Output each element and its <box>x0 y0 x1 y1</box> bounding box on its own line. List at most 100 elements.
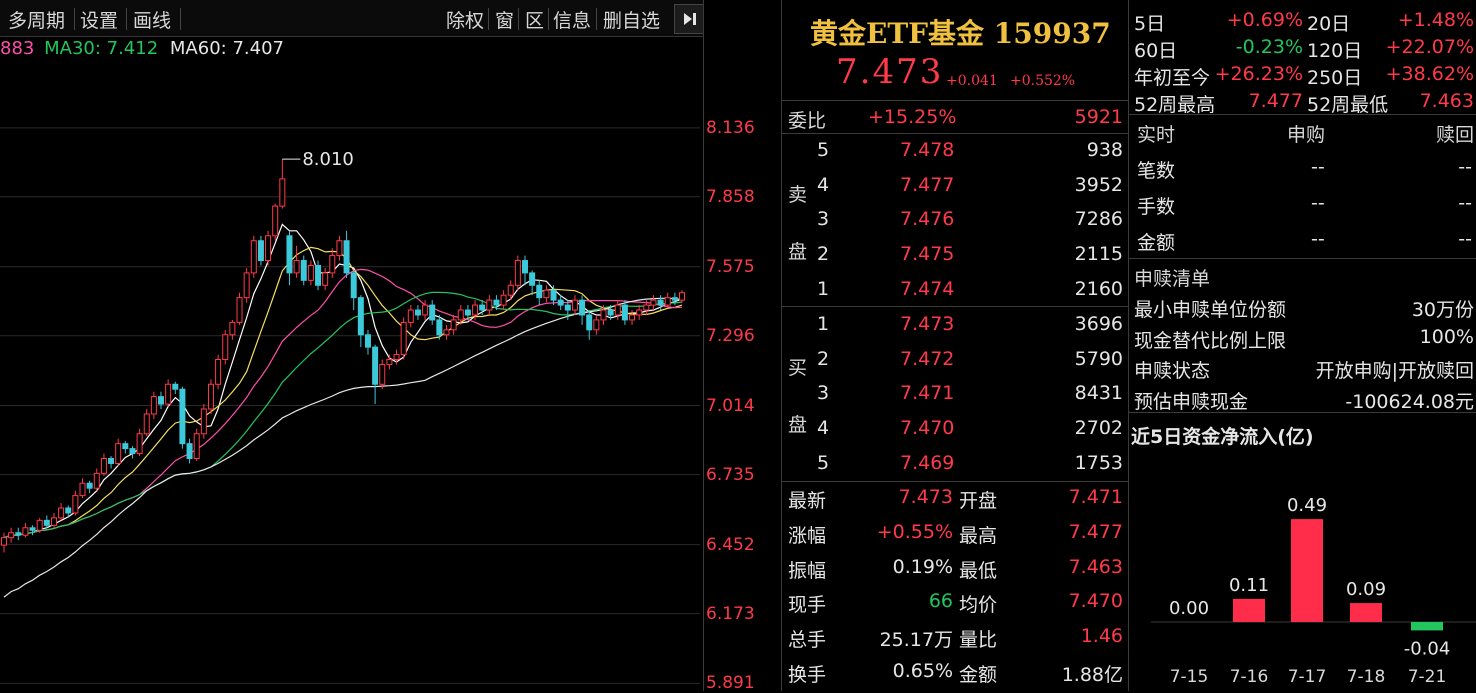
candle <box>336 235 343 261</box>
stat-value: 7.477 <box>1248 90 1303 112</box>
buy-volume: 5790 <box>1074 347 1123 370</box>
detail-label: 最新 <box>788 490 827 512</box>
sell-volume: 2160 <box>1074 277 1123 300</box>
buy-level: 1 <box>817 313 830 335</box>
inflow-value-label: 0.09 <box>1346 579 1386 600</box>
inflow-date-label: 7-15 <box>1170 667 1209 687</box>
weibi-label: 委比 <box>788 110 827 132</box>
toolbar-divider <box>518 8 519 30</box>
inflow-value-label: 0.00 <box>1169 598 1209 619</box>
candle <box>514 255 521 291</box>
candle <box>443 324 450 340</box>
stat-value: +1.48% <box>1397 9 1474 31</box>
candle <box>236 292 243 325</box>
inflow-bar <box>1411 622 1443 631</box>
toolbar-divider <box>596 8 597 30</box>
buy-volume: 8431 <box>1074 382 1123 405</box>
candle <box>143 409 150 437</box>
stat-value: +22.07% <box>1385 36 1474 58</box>
section-button[interactable]: 区 <box>525 6 544 33</box>
price-tick-label: 6.452 <box>706 534 755 555</box>
candle <box>115 438 122 466</box>
candle <box>357 295 364 348</box>
candle <box>543 285 550 303</box>
detail-label: 换手 <box>788 664 827 686</box>
subscription-purchase-value: -- <box>1311 156 1325 178</box>
candle <box>279 159 286 209</box>
candle <box>36 517 43 533</box>
price-tick-label: 6.735 <box>706 464 755 485</box>
price-tick-label: 6.173 <box>706 603 755 624</box>
buy-price: 7.470 <box>900 417 955 440</box>
price-tick-label: 8.136 <box>706 117 755 138</box>
detail-label: 金额 <box>959 664 998 686</box>
detail-label: 涨幅 <box>788 524 827 547</box>
candle <box>329 248 336 278</box>
price-change: +0.041 <box>946 73 998 89</box>
ex-right-button[interactable]: 除权 <box>446 6 484 33</box>
subscription-label: 手数 <box>1137 196 1176 218</box>
candle <box>307 260 314 286</box>
candle <box>50 512 57 528</box>
toolbar-divider <box>126 8 127 30</box>
weibi-count: 5921 <box>1074 106 1123 128</box>
divider <box>782 100 1128 101</box>
price-tick-label: 7.858 <box>706 186 755 207</box>
inflow-bar <box>1291 519 1323 622</box>
current-price: 7.473 <box>836 52 944 92</box>
candle <box>629 310 636 325</box>
candle <box>536 280 543 306</box>
inflow-bar <box>1233 598 1265 622</box>
candle <box>322 267 329 291</box>
candle <box>372 344 379 405</box>
stat-label: 20日 <box>1307 13 1351 35</box>
stat-label: 52周最低 <box>1307 94 1389 116</box>
inflow-value-label: 0.49 <box>1287 495 1327 516</box>
candle <box>243 267 250 303</box>
draw-line-button[interactable]: 画线 <box>133 6 171 33</box>
sell-price: 7.476 <box>900 208 955 231</box>
panel-divider <box>781 0 782 691</box>
toolbar-divider <box>488 8 489 30</box>
window-button[interactable]: 窗 <box>495 6 514 33</box>
candle <box>86 480 93 494</box>
detail-value: 7.473 <box>898 486 953 508</box>
buy-level: 4 <box>817 417 830 440</box>
detail-value: 1.46 <box>1080 625 1123 648</box>
candle <box>158 391 165 410</box>
detail-label: 振幅 <box>788 559 827 582</box>
ma60-value: MA60: 7.407 <box>169 38 284 59</box>
candle <box>250 235 257 278</box>
buy-price: 7.471 <box>900 382 955 405</box>
stat-label: 年初至今 <box>1134 67 1211 89</box>
candlestick-chart[interactable]: 8.010 <box>0 60 700 691</box>
sell-level: 3 <box>817 208 830 231</box>
candle <box>286 230 293 286</box>
candle <box>165 379 172 407</box>
sell-price: 7.475 <box>900 243 955 266</box>
price-change-pct: +0.552% <box>1010 73 1076 89</box>
candle <box>343 230 350 278</box>
candle <box>222 329 229 365</box>
buy-price: 7.469 <box>900 451 955 474</box>
remove-watchlist-button[interactable]: 删自选 <box>603 6 660 33</box>
ma-partial-value: 883 <box>0 38 35 59</box>
multi-period-button[interactable]: 多周期 <box>8 6 65 33</box>
candle <box>593 314 600 335</box>
detail-value: 7.463 <box>1068 555 1123 578</box>
price-tick-label: 7.575 <box>706 256 755 277</box>
candle <box>265 230 272 266</box>
subscription-list-title: 申赎清单 <box>1134 268 1211 290</box>
buy-side-label-1: 买 <box>788 357 808 379</box>
info-button[interactable]: 信息 <box>553 6 591 33</box>
candle <box>529 270 536 296</box>
sell-price: 7.477 <box>900 173 955 196</box>
weibi-value: +15.25% <box>868 106 957 128</box>
collapse-panel-button[interactable] <box>674 4 704 34</box>
settings-button[interactable]: 设置 <box>80 6 118 33</box>
candle <box>257 235 264 266</box>
subscription-list-label: 预估申赎现金 <box>1134 390 1249 413</box>
stat-value: +38.62% <box>1385 63 1474 85</box>
divider <box>782 306 1128 307</box>
detail-value: 7.470 <box>1068 590 1123 613</box>
